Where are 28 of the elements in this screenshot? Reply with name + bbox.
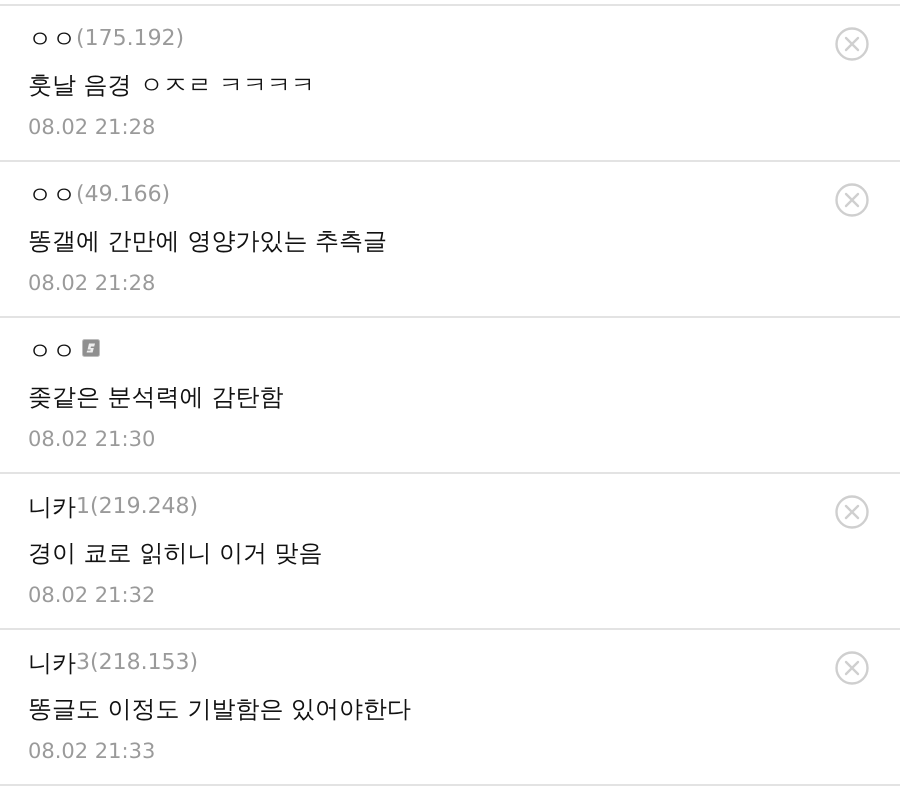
ip-address: (175.192): [76, 25, 184, 53]
comment-time: 08.02 21:33: [28, 738, 156, 765]
comment-text: 훗날 음경 ㅇㅈㄹ ㅋㅋㅋㅋ: [28, 70, 315, 101]
ip-address: 3(218.153): [76, 649, 198, 677]
nickname: ㅇㅇ: [28, 336, 76, 367]
close-circle-icon: [835, 495, 869, 529]
comment-time: 08.02 21:28: [28, 270, 156, 297]
comment-text: 경이 쿄로 읽히니 이거 맞음: [28, 538, 323, 569]
delete-button[interactable]: [835, 183, 869, 217]
comment-time: 08.02 21:32: [28, 582, 156, 609]
close-circle-icon: [835, 651, 869, 685]
nickname: 니카: [28, 648, 76, 679]
nickname: ㅇㅇ: [28, 180, 76, 211]
comment-text: 똥글도 이정도 기발함은 있어야한다: [28, 694, 411, 725]
nickname: ㅇㅇ: [28, 24, 76, 55]
delete-button[interactable]: [835, 651, 869, 685]
nickname: 니카: [28, 492, 76, 523]
comment-time: 08.02 21:28: [28, 114, 156, 141]
delete-button[interactable]: [835, 27, 869, 61]
comment-time: 08.02 21:30: [28, 426, 156, 453]
ip-address: (49.166): [76, 181, 170, 209]
close-circle-icon: [835, 27, 869, 61]
badge-icon: [82, 339, 100, 357]
comment-text: 똥갤에 간만에 영양가있는 추측글: [28, 226, 387, 257]
comment-text: 좆같은 분석력에 감탄함: [28, 382, 284, 413]
ip-address: 1(219.248): [76, 493, 198, 521]
close-circle-icon: [835, 183, 869, 217]
delete-button[interactable]: [835, 495, 869, 529]
